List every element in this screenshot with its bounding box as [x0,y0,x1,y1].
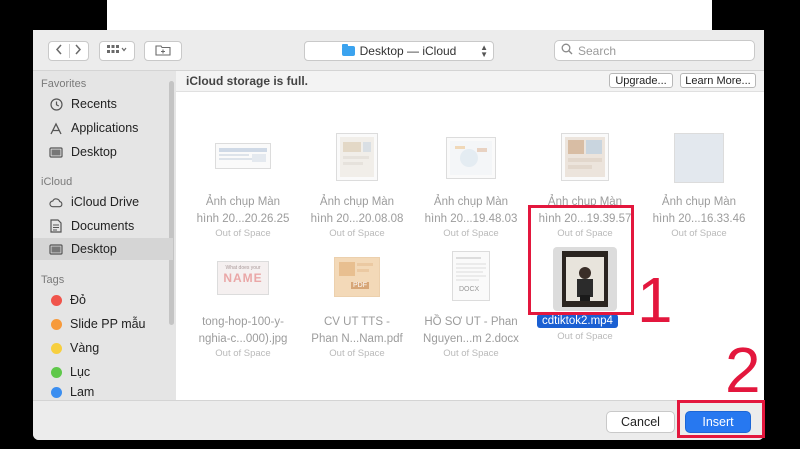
applications-icon [49,122,63,134]
green-tag-dot [51,366,62,378]
screenshot-thumbnail [674,133,724,183]
sidebar-tag-vang[interactable]: Vàng [33,337,173,359]
pdf-thumbnail: PDF [334,257,380,297]
file-name: Ảnh chụp Màn hình 20...20.26.25 [196,196,290,225]
sidebar-item-desktop-icloud[interactable]: Desktop [33,238,173,260]
screenshot-thumbnail [336,133,378,181]
icloud-storage-banner: iCloud storage is full. Upgrade... Learn… [176,71,764,92]
file-name: Ảnh chụp Màn hình 20...19.48.03 [424,196,518,225]
file-browser: iCloud storage is full. Upgrade... Learn… [176,71,764,400]
docx-thumbnail: DOCX [452,251,490,301]
chevron-right-icon[interactable] [69,44,89,58]
step-marker-2: 2 [725,334,761,406]
sidebar-item-label: Lam [70,385,95,399]
document-icon [49,219,63,233]
file-status: Out of Space [557,331,613,342]
desktop-icon [49,243,63,255]
sidebar: Favorites Recents Applications Desktop i… [33,71,176,400]
search-icon [561,43,573,58]
upgrade-button[interactable]: Upgrade... [609,73,673,88]
chevron-left-icon[interactable] [49,44,69,58]
sidebar-item-documents[interactable]: Documents [33,215,173,237]
location-popup[interactable]: Desktop — iCloud ▲ ▼ [304,41,494,61]
file-status: Out of Space [443,348,499,359]
image-thumbnail: What does your NAME [217,261,269,295]
updown-chevron-icon: ▲ ▼ [480,43,488,59]
blue-tag-dot [51,386,62,398]
sidebar-item-recents[interactable]: Recents [33,93,173,115]
sidebar-item-label: Đỏ [70,293,86,307]
document-background [107,0,712,30]
sidebar-item-label: Applications [71,121,139,135]
sidebar-item-label: Vàng [70,341,100,355]
sidebar-tag-luc[interactable]: Lục [33,361,173,383]
file-name: HỒ SƠ UT - Phan Nguyen...m 2.docx [423,316,519,345]
screenshot-thumbnail [561,133,609,181]
screenshot-thumbnail [446,137,496,179]
file-status: Out of Space [671,228,727,239]
sidebar-item-label: Recents [71,97,117,111]
grid-view-icon [107,44,127,58]
back-forward-control [48,41,89,61]
cancel-button[interactable]: Cancel [606,411,675,433]
sidebar-item-label: Documents [71,219,135,233]
banner-text: iCloud storage is full. [186,74,309,88]
file-picker-dialog: Desktop — iCloud ▲▼ Favorites Recents Ap… [33,30,764,440]
file-name: Ảnh chụp Màn hình 20...20.08.08 [310,196,404,225]
file-name: tong-hop-100-y-nghia-c...000).jpg [198,316,288,345]
view-options-button[interactable] [99,41,135,61]
dialog-footer: Cancel Insert [33,400,764,440]
yellow-tag-dot [51,342,62,354]
new-folder-icon [155,44,171,59]
screenshot-thumbnail [215,143,271,169]
step-marker-1: 1 [637,264,673,336]
sidebar-item-icloud-drive[interactable]: iCloud Drive [33,191,173,213]
search-input[interactable] [578,43,728,58]
desktop-icon [49,146,63,158]
location-label: Desktop — iCloud [359,44,457,58]
sidebar-item-label: Desktop [71,242,117,256]
docx-badge: DOCX [459,286,480,293]
icloud-header: iCloud [41,176,73,188]
file-status: Out of Space [443,228,499,239]
thumb-title: NAME [223,271,263,285]
toolbar: Desktop — iCloud ▲ ▼ [33,30,764,71]
tags-header: Tags [41,274,65,286]
clock-icon [49,97,63,111]
new-folder-button[interactable] [144,41,182,61]
file-status: Out of Space [329,348,385,359]
pdf-badge: PDF [351,282,369,289]
sidebar-item-applications[interactable]: Applications [33,117,173,139]
sidebar-item-label: Slide PP mẫu [70,317,146,331]
selected-file-highlight [528,205,634,315]
sidebar-item-label: Lục [70,365,91,379]
sidebar-tag-lam[interactable]: Lam [33,384,173,400]
favorites-header: Favorites [41,78,87,90]
folder-icon [341,44,355,56]
file-status: Out of Space [215,348,271,359]
file-status: Out of Space [329,228,385,239]
orange-tag-dot [51,318,62,330]
sidebar-tag-do[interactable]: Đỏ [33,289,173,311]
search-field[interactable] [554,40,755,61]
file-name-selected: cdtiktok2.mp4 [537,314,618,328]
red-tag-dot [51,294,62,306]
file-name: CV UT TTS - Phan N...Nam.pdf [311,316,403,345]
sidebar-item-desktop-favorites[interactable]: Desktop [33,141,173,163]
file-status: Out of Space [215,228,271,239]
sidebar-tag-slide-pp-mau[interactable]: Slide PP mẫu [33,313,173,335]
learn-more-button[interactable]: Learn More... [680,73,756,88]
segment-divider [69,44,70,58]
sidebar-item-label: Desktop [71,145,117,159]
sidebar-item-label: iCloud Drive [71,195,140,209]
cloud-icon [49,196,63,208]
file-name: Ảnh chụp Màn hình 20...16.33.46 [652,196,746,225]
